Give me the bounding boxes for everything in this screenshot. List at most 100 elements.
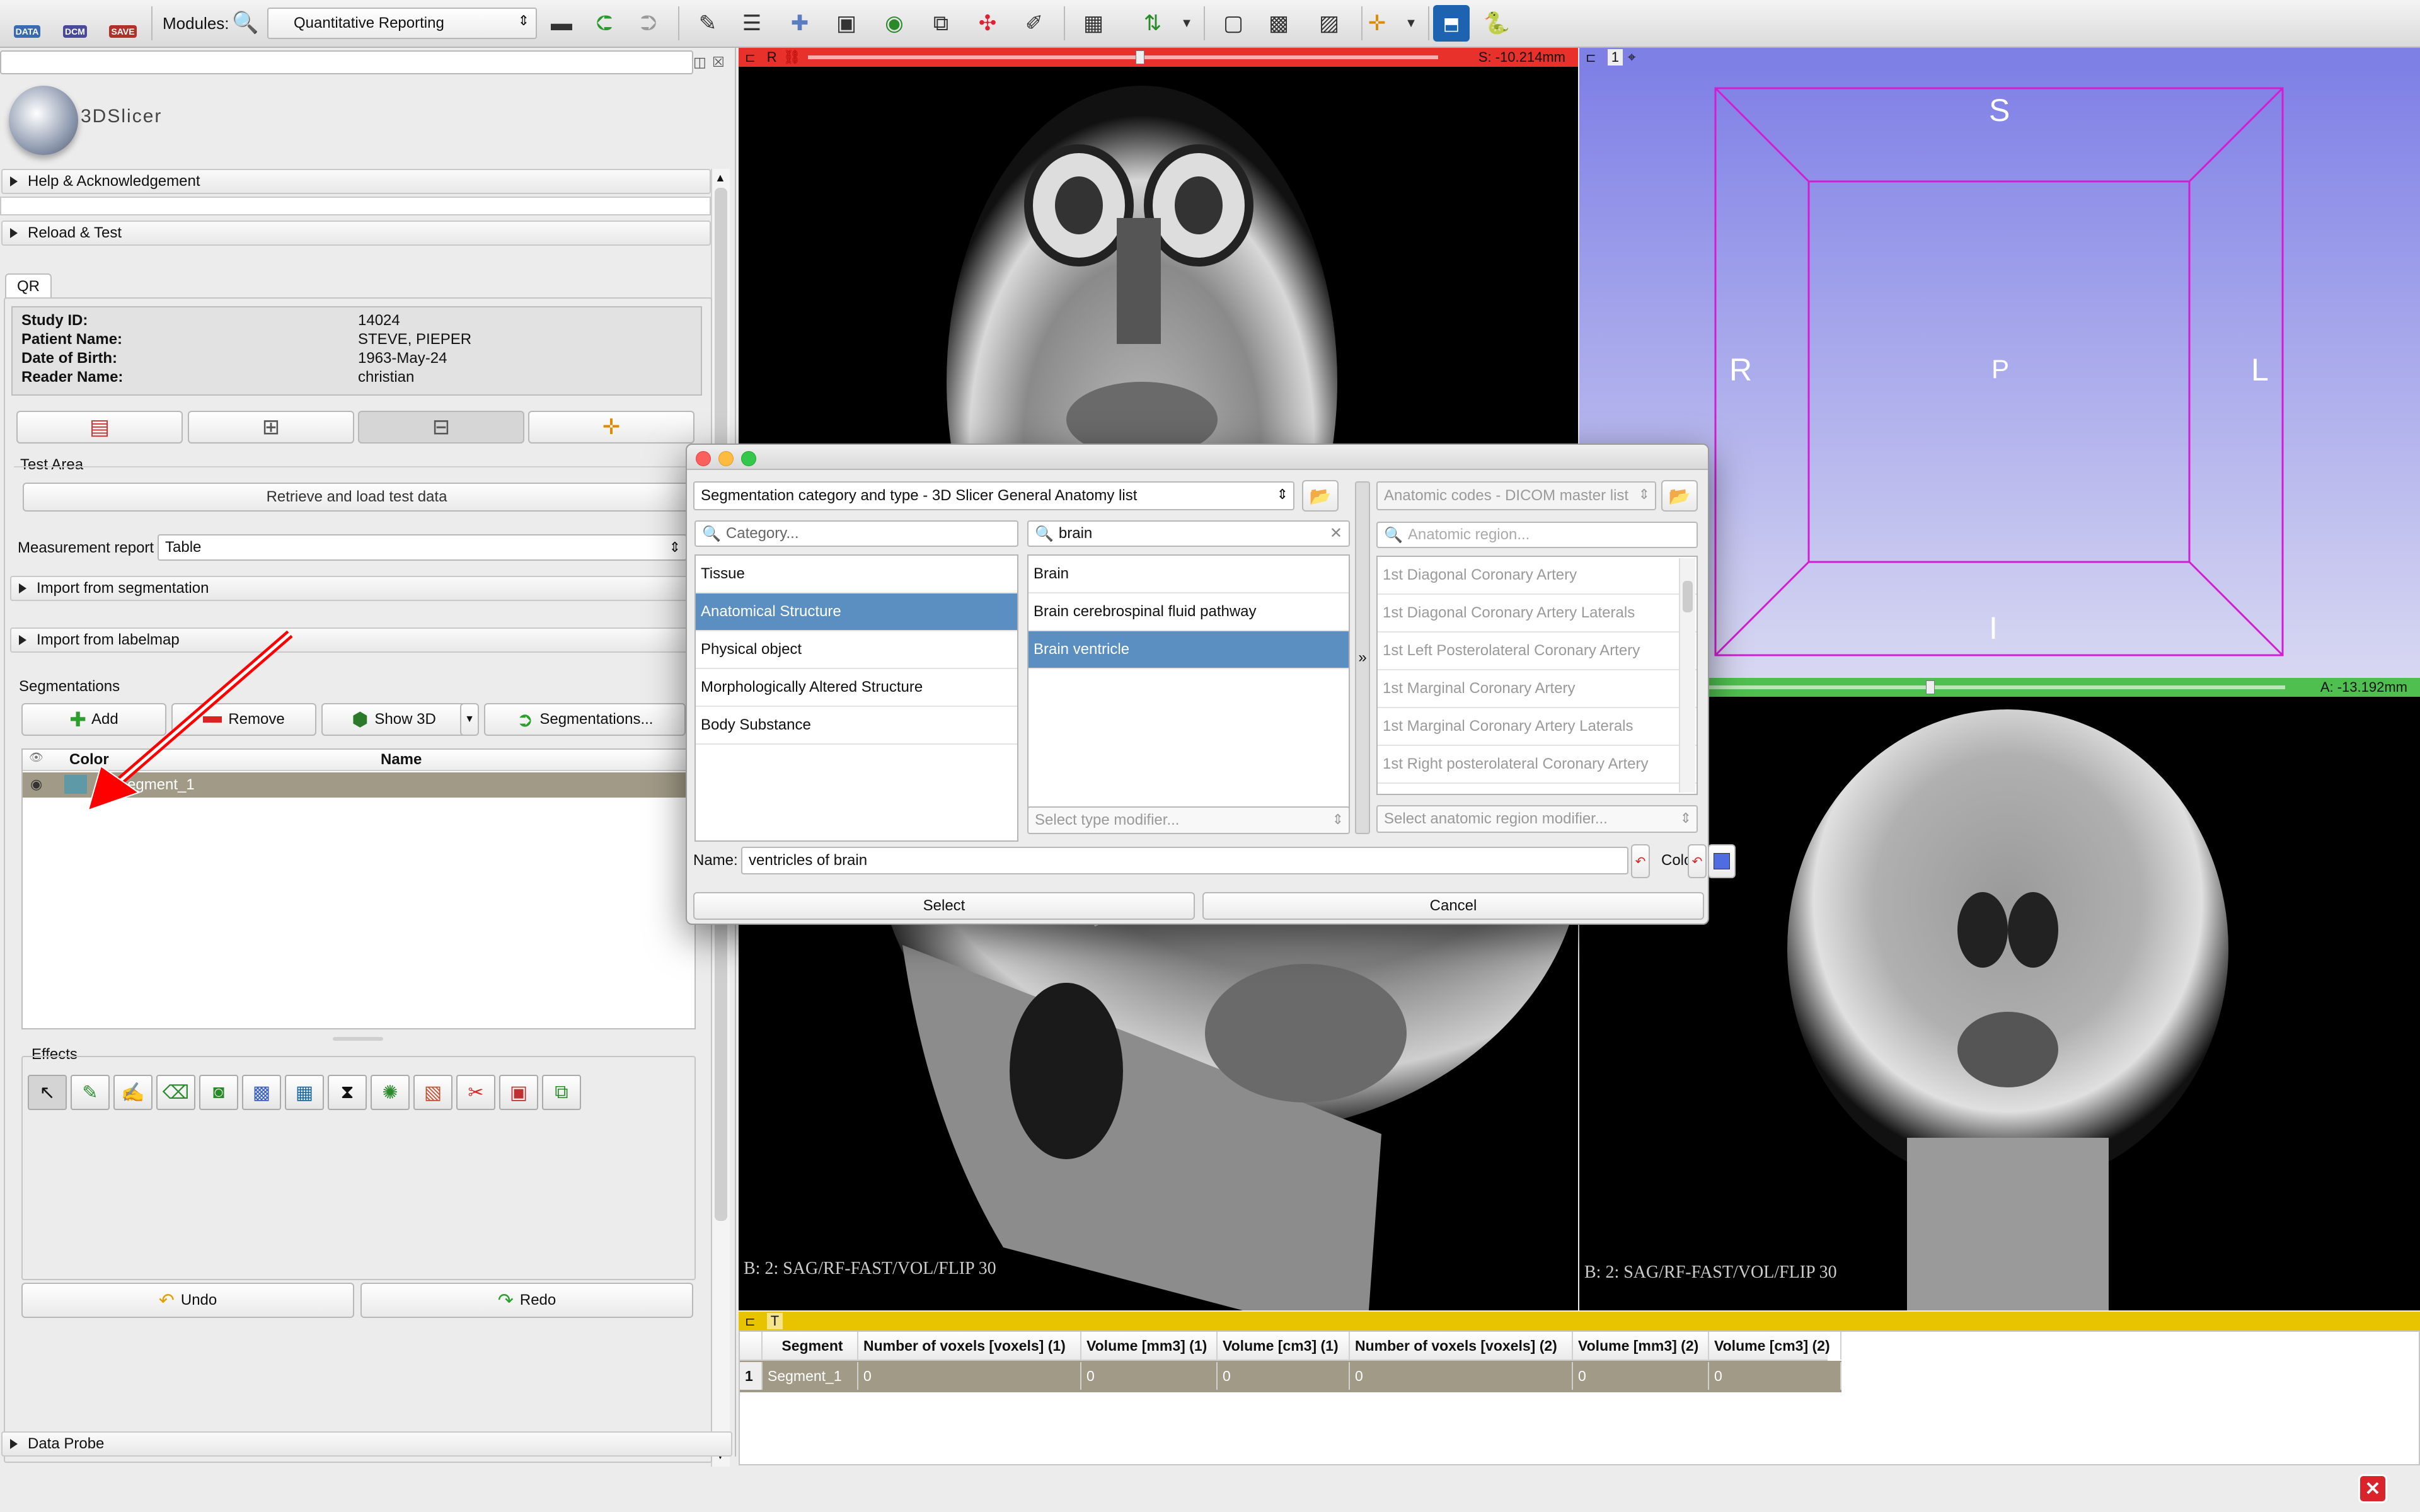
volumes-icon[interactable]: ▣ bbox=[828, 5, 865, 42]
green-slice-slider[interactable] bbox=[1655, 685, 2285, 689]
effect-none-button[interactable]: ↖ bbox=[28, 1075, 67, 1110]
scroll-up-icon[interactable]: ▲ bbox=[715, 171, 727, 185]
pin-icon[interactable]: ⊏ bbox=[745, 50, 756, 66]
effect-islands-button[interactable]: ▣ bbox=[499, 1075, 538, 1110]
list-item[interactable]: 1st Marginal Coronary Artery Laterals bbox=[1378, 708, 1697, 746]
layout-conventional-button[interactable]: ⊟ bbox=[358, 411, 524, 444]
welcome-icon[interactable]: ✎ bbox=[689, 5, 726, 42]
reset-name-button[interactable]: ↶ bbox=[1631, 844, 1650, 878]
list-item[interactable]: 1st Right posterolateral Coronary Artery bbox=[1378, 746, 1697, 784]
list-item[interactable]: Brain ventricle bbox=[1028, 631, 1349, 669]
region-list-scrollbar[interactable] bbox=[1679, 558, 1695, 793]
tab-qr[interactable]: QR bbox=[5, 273, 52, 299]
list-item[interactable]: 1st Diagonal Coronary Artery Laterals bbox=[1378, 595, 1697, 633]
list-item[interactable]: 1st Marginal Coronary Artery bbox=[1378, 670, 1697, 708]
effect-logical-button[interactable]: ⧉ bbox=[542, 1075, 581, 1110]
float-icon[interactable]: ◫ bbox=[693, 54, 706, 71]
list-item[interactable]: Brain bbox=[1028, 556, 1349, 593]
list-item[interactable]: 1st Left Posterolateral Coronary Artery bbox=[1378, 633, 1697, 670]
scrollbar-thumb[interactable] bbox=[1683, 581, 1693, 612]
layout-grid-button[interactable]: ⊞ bbox=[188, 411, 354, 444]
reload-section[interactable]: Reload & Test bbox=[1, 220, 711, 246]
effect-threshold-button[interactable]: ⧗ bbox=[328, 1075, 367, 1110]
anatomic-search-field[interactable]: 🔍 Anatomic region... bbox=[1376, 522, 1698, 548]
data-icon[interactable]: DATA bbox=[9, 5, 45, 42]
error-log-icon[interactable]: ✕ bbox=[2358, 1474, 2387, 1503]
center-view-icon[interactable]: ⌖ bbox=[1628, 49, 1635, 66]
crosshair-icon[interactable]: ⇅ bbox=[1134, 5, 1171, 42]
chevron-down-icon[interactable]: ▼ bbox=[1393, 5, 1429, 42]
effect-margin-button[interactable]: ✺ bbox=[371, 1075, 410, 1110]
effect-grow-from-seeds-button[interactable]: ▩ bbox=[242, 1075, 281, 1110]
expand-anatomic-button[interactable]: » bbox=[1355, 481, 1370, 834]
type-modifier-select[interactable]: Select type modifier... ⇕ bbox=[1027, 806, 1350, 834]
list-item[interactable]: Morphologically Altered Structure bbox=[696, 669, 1017, 707]
red-slider-handle[interactable] bbox=[1136, 50, 1144, 64]
data-module-icon[interactable]: ☰ bbox=[734, 5, 770, 42]
layout-table-button[interactable]: ▤ bbox=[16, 411, 183, 444]
effect-scissors-button[interactable]: ✂ bbox=[456, 1075, 495, 1110]
module-search-icon[interactable]: 🔍 bbox=[232, 10, 258, 35]
extensions-icon[interactable]: ✚ bbox=[781, 5, 818, 42]
table-row[interactable]: 1 Segment_1 0 0 0 0 0 0 bbox=[740, 1361, 1841, 1392]
redo-button[interactable]: ↷ Redo bbox=[360, 1283, 693, 1318]
data-probe-section[interactable]: Data Probe bbox=[1, 1431, 732, 1457]
module-selector[interactable]: Quantitative Reporting ⇕ bbox=[267, 8, 537, 39]
forward-arrow-icon[interactable]: ⮊ bbox=[630, 5, 667, 42]
back-arrow-icon[interactable]: ⮈ bbox=[586, 5, 623, 42]
transforms-icon[interactable]: ⧉ bbox=[923, 5, 959, 42]
place-fiducial-icon[interactable]: ✛ bbox=[1359, 5, 1395, 42]
list-item[interactable]: 1st Diagonal Coronary Artery bbox=[1378, 557, 1697, 595]
list-item[interactable]: Physical object bbox=[696, 631, 1017, 669]
effect-smoothing-button[interactable]: ▧ bbox=[413, 1075, 452, 1110]
dcm-icon[interactable]: DCM bbox=[57, 5, 93, 42]
segmentations-module-button[interactable]: ➲ Segmentations... bbox=[484, 703, 686, 736]
scene-restore-icon[interactable]: ▨ bbox=[1311, 5, 1347, 42]
green-slider-handle[interactable] bbox=[1926, 680, 1935, 694]
layout-icon[interactable]: ▦ bbox=[1075, 5, 1112, 42]
scene-view-icon[interactable]: ▩ bbox=[1260, 5, 1297, 42]
anatomic-context-select[interactable]: Anatomic codes - DICOM master list ⇕ bbox=[1376, 481, 1656, 510]
undo-button[interactable]: ↶ Undo bbox=[21, 1283, 354, 1318]
pin-icon[interactable]: ⊏ bbox=[745, 1314, 756, 1329]
red-slice-view[interactable] bbox=[739, 67, 1578, 445]
save-icon[interactable]: SAVE bbox=[105, 5, 141, 42]
cancel-button[interactable]: Cancel bbox=[1202, 892, 1704, 920]
extension-manager-icon[interactable]: ⬒ bbox=[1433, 5, 1470, 42]
models-icon[interactable]: ◉ bbox=[876, 5, 913, 42]
measurement-report-select[interactable]: Table ⇕ bbox=[158, 534, 687, 561]
import-segmentation-section[interactable]: Import from segmentation bbox=[10, 576, 701, 601]
markups-icon[interactable]: ✣ bbox=[969, 5, 1006, 42]
red-slice-slider[interactable] bbox=[808, 55, 1438, 59]
link-icon[interactable]: ⛓ bbox=[783, 49, 801, 66]
crosshair-button[interactable]: ✛ bbox=[528, 411, 694, 444]
reset-color-button[interactable]: ↶ bbox=[1688, 844, 1707, 878]
effect-fill-between-slices-button[interactable]: ▦ bbox=[285, 1075, 324, 1110]
close-window-icon[interactable] bbox=[696, 451, 711, 466]
zoom-window-icon[interactable] bbox=[741, 451, 756, 466]
effect-level-tracing-button[interactable]: ◙ bbox=[199, 1075, 238, 1110]
terminology-select[interactable]: Segmentation category and type - 3D Slic… bbox=[693, 481, 1294, 510]
select-button[interactable]: Select bbox=[693, 892, 1195, 920]
eye-icon[interactable]: ◉ bbox=[30, 776, 42, 793]
effect-draw-button[interactable]: ✍ bbox=[113, 1075, 153, 1110]
list-item[interactable]: Brain cerebrospinal fluid pathway bbox=[1028, 593, 1349, 631]
module-list-icon[interactable]: ▬ bbox=[543, 5, 580, 42]
color-picker-button[interactable] bbox=[1708, 844, 1736, 878]
splitter-handle[interactable] bbox=[333, 1037, 383, 1041]
load-terminology-button[interactable]: 📂 bbox=[1302, 480, 1339, 512]
pin-icon[interactable]: ⊏ bbox=[1586, 50, 1596, 66]
minimize-window-icon[interactable] bbox=[718, 451, 734, 466]
retrieve-test-data-button[interactable]: Retrieve and load test data bbox=[23, 483, 691, 512]
show-3d-button[interactable]: ⬢ Show 3D bbox=[321, 703, 466, 736]
python-icon[interactable]: 🐍 bbox=[1478, 5, 1515, 42]
effect-paint-button[interactable]: ✎ bbox=[71, 1075, 110, 1110]
close-icon[interactable]: ☒ bbox=[712, 54, 725, 71]
chevron-down-icon[interactable]: ▼ bbox=[1168, 5, 1205, 42]
segment-editor-icon[interactable]: ✐ bbox=[1016, 5, 1052, 42]
effect-erase-button[interactable]: ⌫ bbox=[156, 1075, 195, 1110]
type-search-field[interactable]: 🔍 brain ✕ bbox=[1027, 520, 1350, 547]
list-item[interactable]: Tissue bbox=[696, 556, 1017, 593]
help-section[interactable]: Help & Acknowledgement bbox=[1, 169, 711, 194]
load-anatomic-button[interactable]: 📂 bbox=[1661, 480, 1698, 512]
